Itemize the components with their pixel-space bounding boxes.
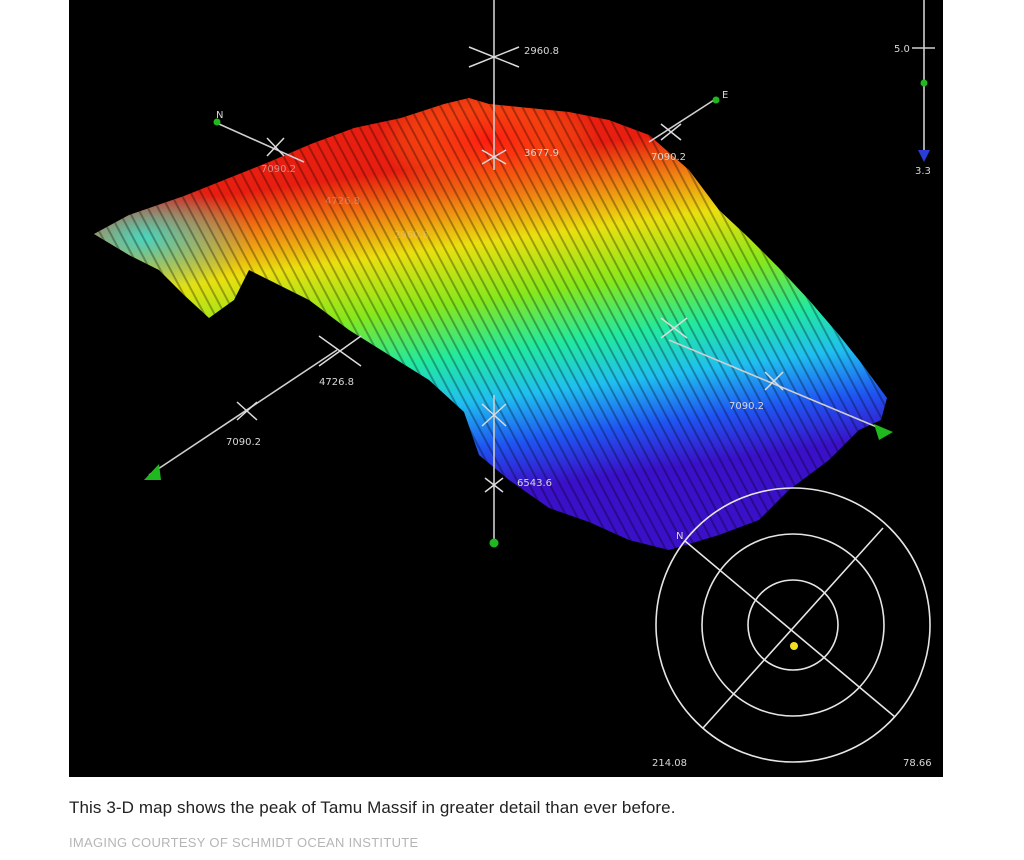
bathymetry-map-figure: 2960.8 3677.9 7090.2 7090.2 4726.8 7090.… xyxy=(69,0,943,777)
compass-north-label: N xyxy=(216,110,223,121)
depth-label-peak: 3677.9 xyxy=(524,148,559,159)
scale-top-value: 5.0 xyxy=(894,44,910,55)
depth-label-top: 2960.8 xyxy=(524,46,559,57)
scale-min-marker-icon xyxy=(918,150,930,162)
axis-end-east-icon xyxy=(712,96,720,104)
bathymetry-3d-view: 2960.8 3677.9 7090.2 7090.2 4726.8 7090.… xyxy=(94,0,935,769)
dial-middle-ring xyxy=(701,533,885,717)
compass-east-label: E xyxy=(722,90,728,101)
dial-axis-ne-sw xyxy=(702,527,884,729)
dial-position-dot-icon[interactable] xyxy=(790,642,798,650)
scale-slider-handle-icon xyxy=(920,79,928,87)
depth-label-east: 7090.2 xyxy=(651,152,686,163)
corner-readout-right: 78.66 xyxy=(903,758,932,769)
corner-readout-left: 214.08 xyxy=(652,758,687,769)
depth-label-north: 7090.2 xyxy=(261,164,296,175)
depth-label-right-lower: 7090.2 xyxy=(729,401,764,412)
image-credit: IMAGING COURTESY OF SCHMIDT OCEAN INSTIT… xyxy=(69,835,419,850)
depth-label-faint: 4726.8 xyxy=(325,196,360,207)
terrain-surface xyxy=(94,98,887,550)
depth-label-faint: 2960.8 xyxy=(394,230,429,241)
depth-label-left-lower: 7090.2 xyxy=(226,437,261,448)
axis-end-bottom-icon xyxy=(489,538,499,548)
depth-label-left-cross: 4726.8 xyxy=(319,377,354,388)
scale-bottom-value: 3.3 xyxy=(915,166,931,177)
dial-north-label: N xyxy=(676,531,683,542)
axis-arrow-southwest-icon xyxy=(144,464,161,480)
figure-caption: This 3-D map shows the peak of Tamu Mass… xyxy=(69,798,676,817)
depth-label-bottom: 6543.6 xyxy=(517,478,552,489)
axis-arrow-southeast-icon xyxy=(874,424,893,440)
